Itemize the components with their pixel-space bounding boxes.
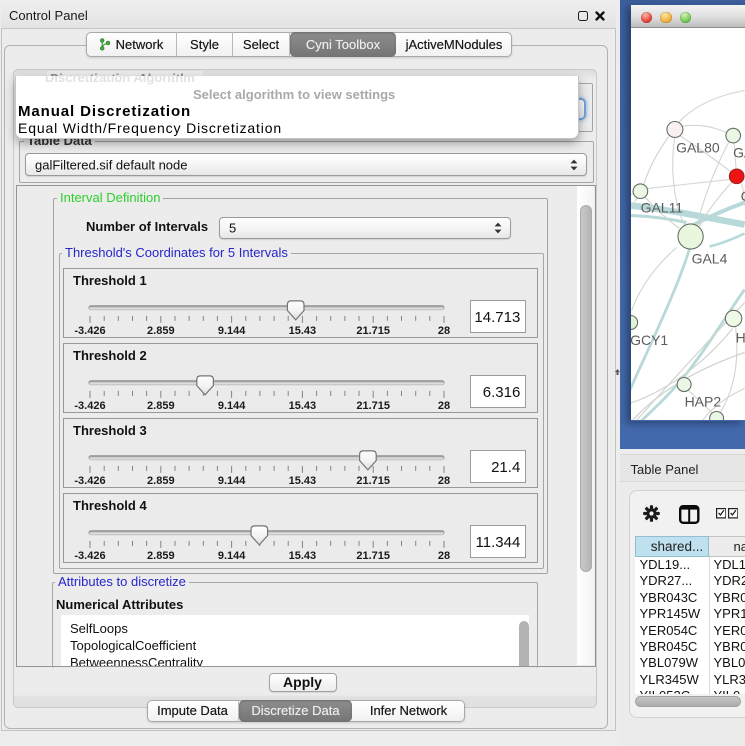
- svg-text:CC: CC: [741, 188, 745, 204]
- svg-text:-3.426: -3.426: [74, 475, 105, 487]
- svg-text:28: 28: [438, 325, 450, 337]
- svg-text:-3.426: -3.426: [74, 400, 105, 412]
- svg-text:28: 28: [438, 550, 450, 562]
- svg-text:2.859: 2.859: [147, 550, 175, 562]
- svg-text:21.715: 21.715: [356, 325, 390, 337]
- svg-text:-3.426: -3.426: [74, 325, 105, 337]
- svg-text:28: 28: [438, 475, 450, 487]
- svg-text:GAL11: GAL11: [641, 199, 684, 215]
- svg-text:9.144: 9.144: [218, 550, 246, 562]
- svg-text:GAL80: GAL80: [676, 139, 720, 155]
- svg-text:9.144: 9.144: [218, 400, 246, 412]
- svg-text:15.43: 15.43: [289, 400, 317, 412]
- svg-text:2.859: 2.859: [147, 400, 175, 412]
- svg-text:-3.426: -3.426: [74, 550, 105, 562]
- svg-text:9.144: 9.144: [218, 475, 246, 487]
- svg-text:HAP2: HAP2: [685, 393, 722, 409]
- svg-text:21.715: 21.715: [356, 475, 390, 487]
- svg-text:15.43: 15.43: [289, 550, 317, 562]
- svg-text:21.715: 21.715: [356, 400, 390, 412]
- svg-text:2.859: 2.859: [147, 475, 175, 487]
- svg-text:HI: HI: [736, 329, 745, 345]
- svg-text:GA: GA: [733, 144, 744, 160]
- svg-text:28: 28: [438, 400, 450, 412]
- svg-text:15.43: 15.43: [289, 475, 317, 487]
- svg-text:GCY1: GCY1: [631, 331, 668, 347]
- svg-text:21.715: 21.715: [356, 550, 390, 562]
- svg-text:9.144: 9.144: [218, 325, 246, 337]
- svg-text:GAL4: GAL4: [692, 250, 728, 266]
- svg-text:2.859: 2.859: [147, 325, 175, 337]
- svg-text:15.43: 15.43: [289, 325, 317, 337]
